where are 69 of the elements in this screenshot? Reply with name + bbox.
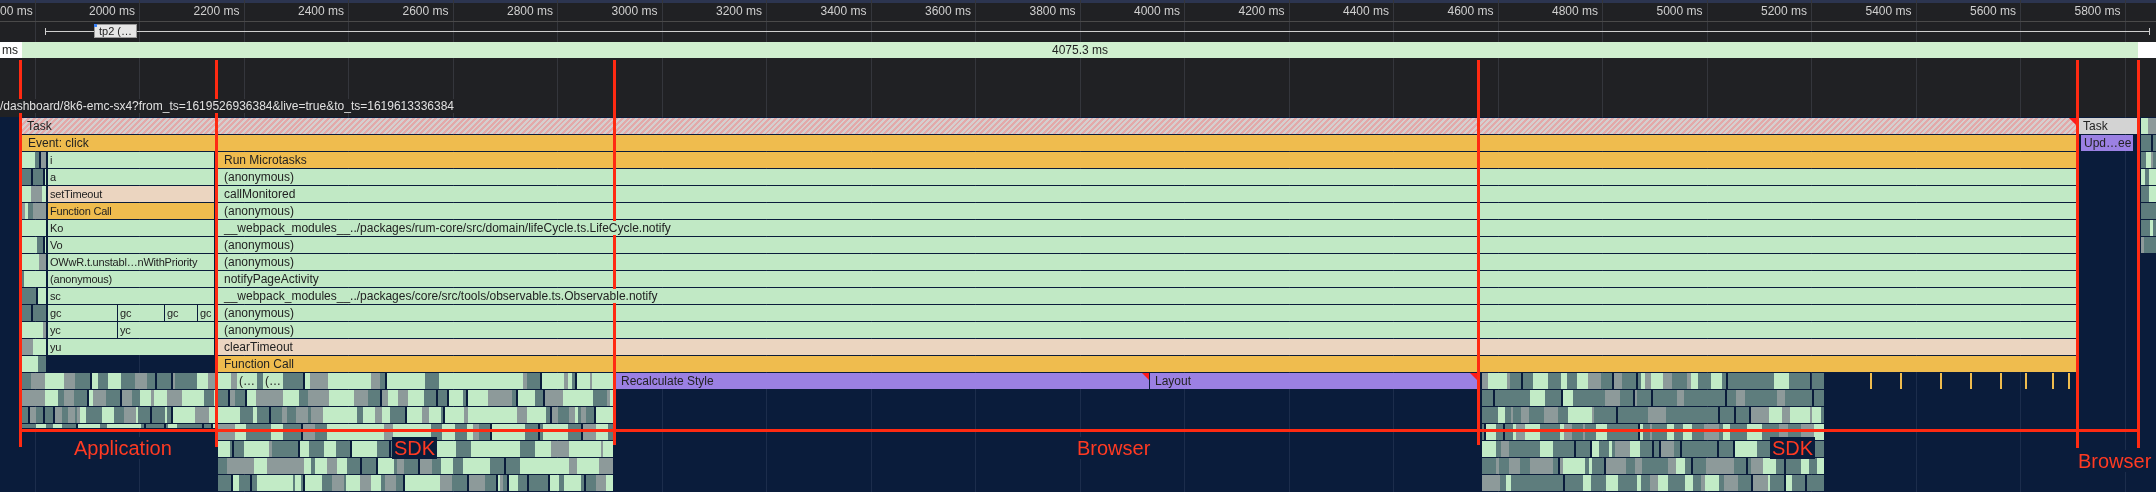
time-tick-label: 3800 ms: [1029, 4, 1076, 18]
call-bar[interactable]: Function Call: [218, 356, 2076, 372]
time-tick-label: 3400 ms: [820, 4, 867, 18]
time-tick-label: 5800 ms: [2074, 4, 2121, 18]
time-tick-label: 4400 ms: [1342, 4, 1389, 18]
time-tick-label: 4200 ms: [1238, 4, 1285, 18]
time-tick-label: 00 ms: [0, 4, 33, 18]
call-bar[interactable]: (anonymous): [48, 271, 214, 287]
call-bar[interactable]: notifyPageActivity: [218, 271, 2076, 287]
call-bar[interactable]: gc: [118, 305, 164, 321]
long-task-marker-icon: [2069, 118, 2076, 125]
call-bar[interactable]: yu: [48, 339, 214, 355]
region-label: Browser: [2076, 450, 2154, 472]
call-bar[interactable]: (anonymous): [218, 305, 2076, 321]
region-label: Application: [72, 437, 174, 459]
time-tick-label: 2400 ms: [297, 4, 344, 18]
call-bar[interactable]: (…: [263, 373, 283, 389]
call-bar[interactable]: yc: [48, 322, 117, 338]
time-tick-label: 2600 ms: [402, 4, 449, 18]
call-bar[interactable]: Vo: [48, 237, 214, 253]
region-label: SDK: [392, 437, 438, 459]
time-tick-label: 5000 ms: [1656, 4, 1703, 18]
call-bar[interactable]: gc: [165, 305, 197, 321]
call-bar[interactable]: __webpack_modules__../packages/rum-core/src/domain/lifeCycle.ts.LifeCycle.notify: [218, 220, 2076, 236]
event-bar[interactable]: Event: click: [22, 135, 2076, 151]
task-bar[interactable]: Task: [22, 118, 2076, 134]
call-bar[interactable]: (anonymous): [218, 254, 2076, 270]
event-bar[interactable]: Upd…ee: [2081, 135, 2133, 151]
call-bar[interactable]: clearTimeout: [218, 339, 2076, 355]
interaction-bar-end: [2138, 42, 2156, 58]
rendering-bar[interactable]: Layout: [1150, 373, 1477, 389]
interaction-bar[interactable]: 4075.3 ms: [22, 42, 2138, 58]
call-bar[interactable]: Function Call: [48, 203, 214, 219]
call-bar[interactable]: (anonymous): [218, 237, 2076, 253]
call-bar[interactable]: gc: [48, 305, 117, 321]
time-tick-label: 2200 ms: [193, 4, 240, 18]
timing-marker[interactable]: tp2 (…: [94, 24, 137, 38]
time-tick-label: 3000 ms: [611, 4, 658, 18]
time-tick-label: 5200 ms: [1760, 4, 1807, 18]
call-bar[interactable]: (anonymous): [218, 203, 2076, 219]
time-tick-label: 2800 ms: [506, 4, 553, 18]
time-tick-label: 4000 ms: [1133, 4, 1180, 18]
call-bar[interactable]: callMonitored: [218, 186, 2076, 202]
call-bar[interactable]: i: [48, 152, 214, 168]
call-bar[interactable]: Ko: [48, 220, 214, 236]
call-bar[interactable]: (anonymous): [218, 322, 2076, 338]
call-bar[interactable]: gc: [198, 305, 214, 321]
time-tick-label: 3200 ms: [715, 4, 762, 18]
call-bar[interactable]: (…: [237, 373, 257, 389]
time-tick-label: 4600 ms: [1447, 4, 1494, 18]
time-tick-label: 5400 ms: [1865, 4, 1912, 18]
call-bar[interactable]: a: [48, 169, 214, 185]
call-bar[interactable]: Run Microtasks: [218, 152, 2076, 168]
interaction-unit-label: ms: [0, 42, 22, 58]
time-tick-label: 5600 ms: [1969, 4, 2016, 18]
region-label: SDK: [1770, 437, 1816, 459]
call-bar[interactable]: OWwR.t.unstabl…nWithPriority: [48, 254, 214, 270]
page-url: /dashboard/8k6-emc-sx4?from_ts=1619526936384&live=true&to_ts=1619613336384: [0, 99, 454, 113]
call-bar[interactable]: setTimeout: [48, 186, 214, 202]
task-bar[interactable]: Task: [2079, 118, 2137, 134]
time-tick-label: 2000 ms: [88, 4, 135, 18]
region-label: Browser: [1075, 437, 1153, 459]
time-tick-label: 3600 ms: [924, 4, 971, 18]
time-tick-label: 4800 ms: [1551, 4, 1598, 18]
call-bar[interactable]: __webpack_modules__../packages/core/src/tools/observable.ts.Observable.notify: [218, 288, 2076, 304]
call-bar[interactable]: sc: [48, 288, 214, 304]
call-bar[interactable]: (anonymous): [218, 169, 2076, 185]
call-bar[interactable]: yc: [118, 322, 214, 338]
rendering-bar[interactable]: Recalculate Style: [616, 373, 1149, 389]
